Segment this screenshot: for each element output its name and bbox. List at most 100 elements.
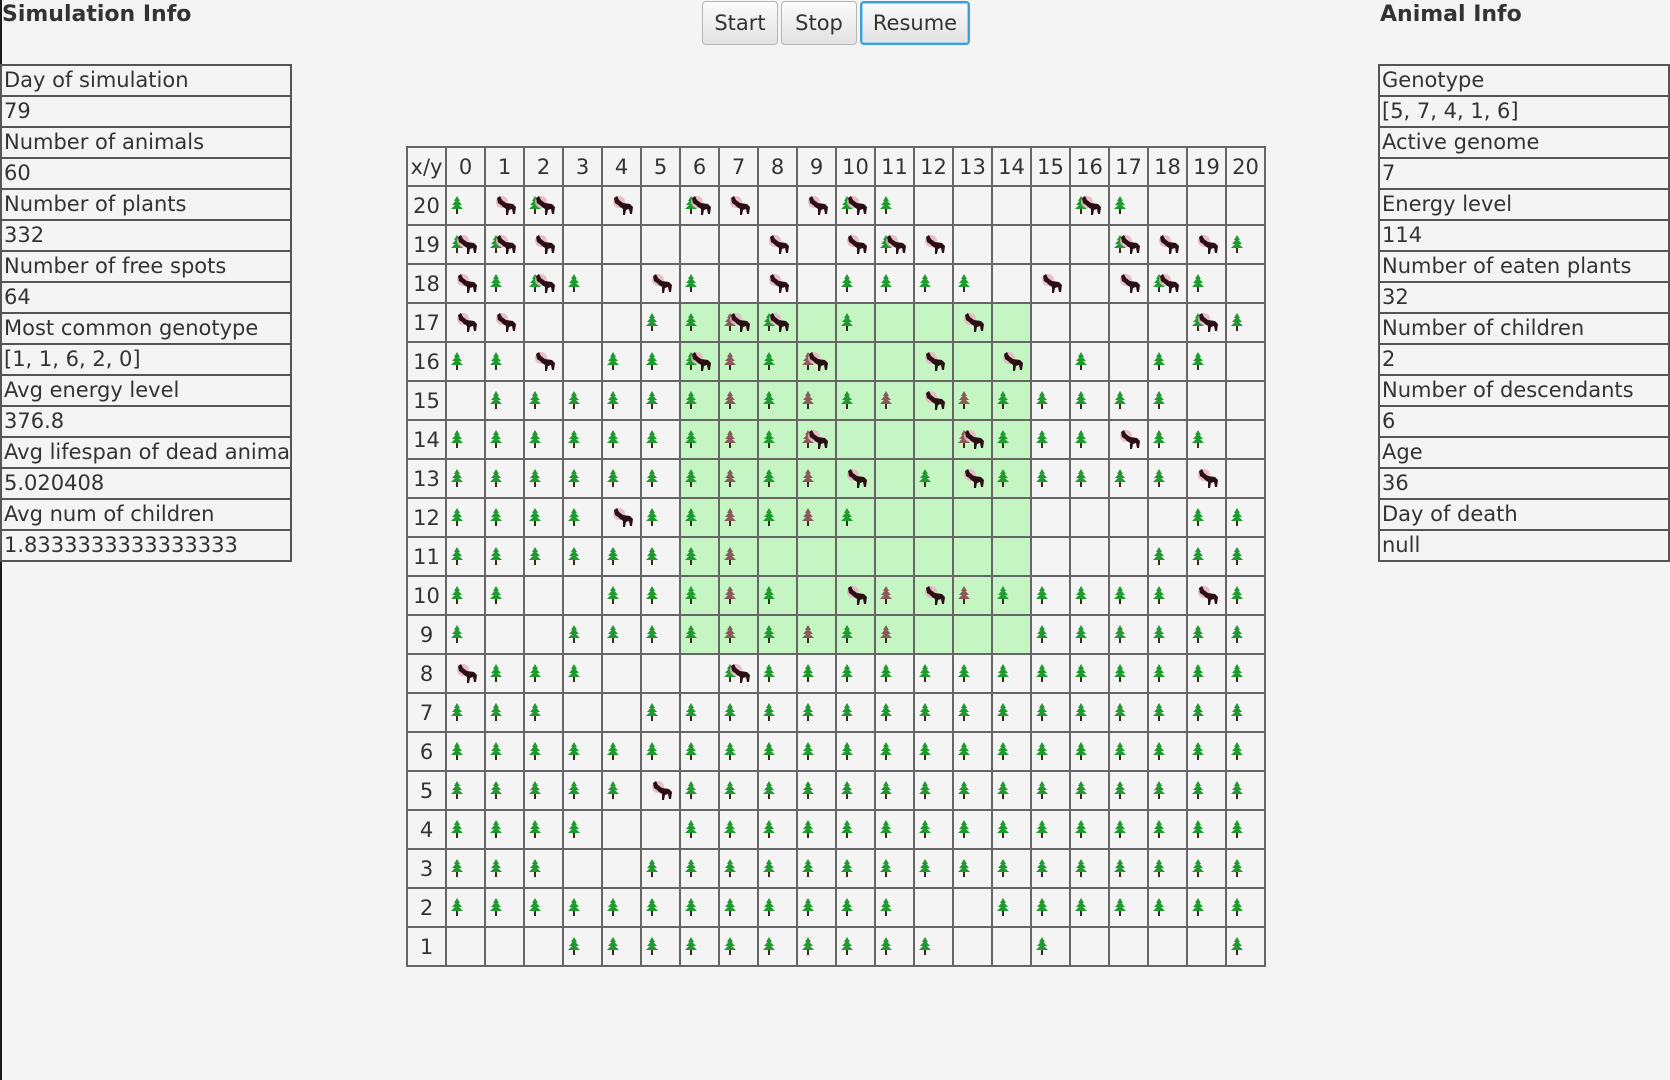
map-cell[interactable] — [1225, 458, 1266, 499]
map-cell[interactable] — [1186, 692, 1227, 733]
map-cell[interactable] — [718, 653, 759, 694]
map-cell[interactable] — [1186, 926, 1227, 967]
map-cell[interactable] — [952, 380, 993, 421]
map-cell[interactable] — [1069, 653, 1110, 694]
map-cell[interactable] — [523, 341, 564, 382]
map-cell[interactable] — [1030, 458, 1071, 499]
map-cell[interactable] — [679, 731, 720, 772]
map-cell[interactable] — [1108, 263, 1149, 304]
map-cell[interactable] — [1030, 536, 1071, 577]
map-cell[interactable] — [952, 770, 993, 811]
map-cell[interactable] — [445, 497, 486, 538]
map-cell[interactable] — [991, 926, 1032, 967]
map-cell[interactable] — [640, 731, 681, 772]
map-cell[interactable] — [952, 458, 993, 499]
map-cell[interactable] — [1108, 380, 1149, 421]
map-cell[interactable] — [952, 419, 993, 460]
map-cell[interactable] — [601, 302, 642, 343]
map-cell[interactable] — [952, 731, 993, 772]
map-cell[interactable] — [1030, 692, 1071, 733]
map-cell[interactable] — [913, 887, 954, 928]
map-cell[interactable] — [991, 419, 1032, 460]
resume-button[interactable]: Resume — [860, 1, 970, 45]
map-cell[interactable] — [1030, 848, 1071, 889]
map-cell[interactable] — [835, 731, 876, 772]
map-cell[interactable] — [445, 419, 486, 460]
map-cell[interactable] — [1225, 731, 1266, 772]
map-cell[interactable] — [1147, 770, 1188, 811]
map-cell[interactable] — [874, 185, 915, 226]
map-cell[interactable] — [757, 575, 798, 616]
map-cell[interactable] — [1069, 263, 1110, 304]
map-cell[interactable] — [601, 458, 642, 499]
map-cell[interactable] — [1108, 458, 1149, 499]
map-cell[interactable] — [1069, 458, 1110, 499]
map-cell[interactable] — [1186, 185, 1227, 226]
map-cell[interactable] — [1186, 224, 1227, 265]
map-cell[interactable] — [679, 302, 720, 343]
map-cell[interactable] — [562, 536, 603, 577]
map-cell[interactable] — [640, 770, 681, 811]
map-cell[interactable] — [445, 809, 486, 850]
map-cell[interactable] — [1225, 341, 1266, 382]
map-cell[interactable] — [718, 731, 759, 772]
map-cell[interactable] — [445, 770, 486, 811]
map-cell[interactable] — [874, 692, 915, 733]
map-cell[interactable] — [718, 341, 759, 382]
map-cell[interactable] — [1225, 185, 1266, 226]
map-cell[interactable] — [718, 809, 759, 850]
map-cell[interactable] — [1108, 731, 1149, 772]
map-cell[interactable] — [835, 302, 876, 343]
map-cell[interactable] — [796, 185, 837, 226]
map-cell[interactable] — [1147, 224, 1188, 265]
map-cell[interactable] — [1225, 692, 1266, 733]
map-cell[interactable] — [1186, 809, 1227, 850]
map-cell[interactable] — [640, 536, 681, 577]
map-cell[interactable] — [640, 458, 681, 499]
map-cell[interactable] — [1030, 224, 1071, 265]
map-cell[interactable] — [757, 302, 798, 343]
map-cell[interactable] — [1225, 614, 1266, 655]
map-cell[interactable] — [991, 341, 1032, 382]
map-cell[interactable] — [718, 692, 759, 733]
map-cell[interactable] — [445, 692, 486, 733]
map-cell[interactable] — [562, 419, 603, 460]
map-cell[interactable] — [1186, 887, 1227, 928]
map-cell[interactable] — [601, 614, 642, 655]
map-cell[interactable] — [523, 536, 564, 577]
map-cell[interactable] — [1225, 575, 1266, 616]
map-cell[interactable] — [562, 185, 603, 226]
map-cell[interactable] — [562, 809, 603, 850]
map-cell[interactable] — [757, 848, 798, 889]
map-cell[interactable] — [1147, 419, 1188, 460]
map-cell[interactable] — [991, 692, 1032, 733]
map-cell[interactable] — [601, 731, 642, 772]
map-cell[interactable] — [835, 692, 876, 733]
map-cell[interactable] — [601, 770, 642, 811]
map-cell[interactable] — [523, 731, 564, 772]
map-cell[interactable] — [835, 536, 876, 577]
map-cell[interactable] — [874, 770, 915, 811]
map-cell[interactable] — [1069, 185, 1110, 226]
map-cell[interactable] — [601, 497, 642, 538]
map-cell[interactable] — [1069, 731, 1110, 772]
map-cell[interactable] — [640, 419, 681, 460]
map-cell[interactable] — [1069, 926, 1110, 967]
map-cell[interactable] — [1069, 692, 1110, 733]
map-cell[interactable] — [1030, 263, 1071, 304]
map-cell[interactable] — [1030, 653, 1071, 694]
map-cell[interactable] — [1225, 770, 1266, 811]
map-cell[interactable] — [913, 185, 954, 226]
map-cell[interactable] — [1108, 224, 1149, 265]
map-cell[interactable] — [913, 341, 954, 382]
map-cell[interactable] — [523, 809, 564, 850]
map-cell[interactable] — [1069, 419, 1110, 460]
map-cell[interactable] — [1225, 419, 1266, 460]
map-cell[interactable] — [796, 224, 837, 265]
map-cell[interactable] — [601, 887, 642, 928]
map-cell[interactable] — [835, 653, 876, 694]
map-cell[interactable] — [991, 731, 1032, 772]
map-cell[interactable] — [640, 302, 681, 343]
map-cell[interactable] — [991, 536, 1032, 577]
map-cell[interactable] — [640, 848, 681, 889]
